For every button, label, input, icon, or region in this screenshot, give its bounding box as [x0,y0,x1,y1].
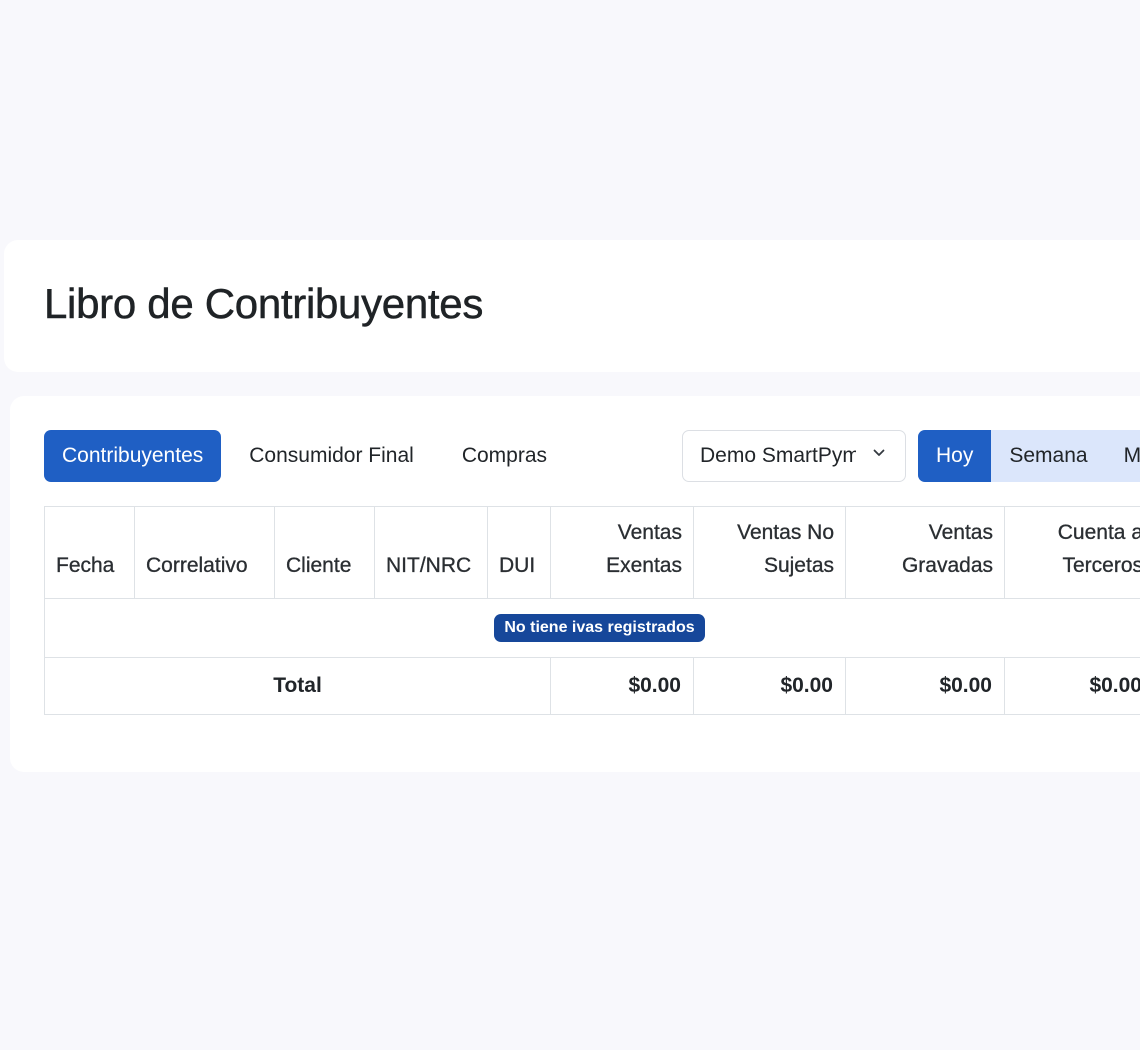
contribuyentes-table-wrapper: Fecha Correlativo Cliente NIT/NRC DUI Ve… [44,506,1140,715]
col-cliente: Cliente [274,506,375,599]
tab-consumidor-final[interactable]: Consumidor Final [229,430,434,482]
period-selector: Hoy Semana Mes [918,430,1140,482]
empty-row: No tiene ivas registrados [44,598,1140,658]
page-title: Libro de Contribuyentes [44,280,484,328]
col-nit-nrc: NIT/NRC [374,506,488,599]
total-row: Total $0.00 $0.00 $0.00 $0.00 [44,657,1140,715]
col-ventas-gravadas: Ventas Gravadas [845,506,1005,599]
period-semana-button[interactable]: Semana [991,430,1105,482]
tab-contribuyentes[interactable]: Contribuyentes [44,430,222,482]
period-hoy-button[interactable]: Hoy [918,430,992,482]
contribuyentes-table: Fecha Correlativo Cliente NIT/NRC DUI Ve… [44,506,1140,715]
col-correlativo: Correlativo [134,506,275,599]
col-fecha: Fecha [44,506,135,599]
col-ventas-exentas: Ventas Exentas [550,506,694,599]
book-tabs: Contribuyentes Consumidor Final Compras [44,430,575,482]
company-select[interactable]: Demo SmartPyme [682,430,906,482]
main-card: Contribuyentes Consumidor Final Compras … [10,396,1140,772]
period-mes-button[interactable]: Mes [1106,430,1140,482]
col-dui: DUI [487,506,551,599]
empty-message-badge: No tiene ivas registrados [494,614,705,642]
col-ventas-no-sujetas: Ventas No Sujetas [693,506,846,599]
total-label: Total [44,657,551,715]
total-ventas-no-sujetas: $0.00 [693,657,846,715]
col-cuenta-terceros: Cuenta a Terceros [1004,506,1140,599]
total-ventas-gravadas: $0.00 [845,657,1005,715]
company-select-value: Demo SmartPyme [700,444,856,467]
header-card: Libro de Contribuyentes [4,240,1140,372]
tab-compras[interactable]: Compras [442,430,567,482]
table-header-row: Fecha Correlativo Cliente NIT/NRC DUI Ve… [44,506,1140,599]
total-ventas-exentas: $0.00 [550,657,694,715]
chevron-down-icon [873,449,885,456]
total-cuenta-terceros: $0.00 [1004,657,1140,715]
